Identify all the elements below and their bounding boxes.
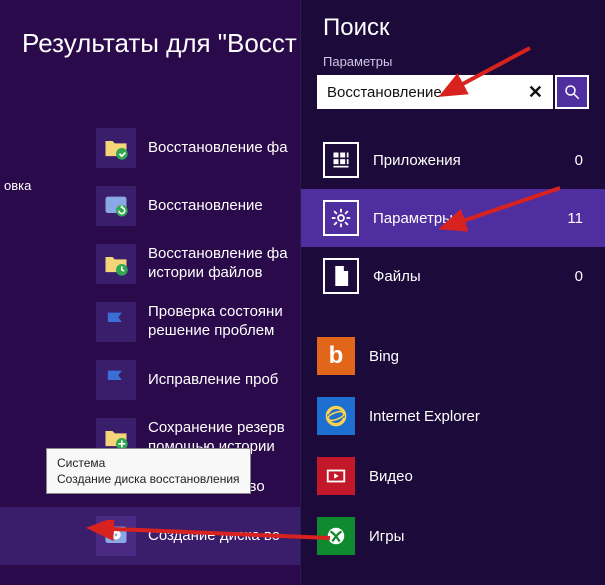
file-icon	[323, 258, 359, 294]
tooltip-desc: Создание диска восстановления	[57, 471, 240, 487]
recovery-icon	[96, 186, 136, 226]
results-pane: Результаты для "Восст овка Восстановлени…	[0, 0, 300, 585]
scope-apps[interactable]: Приложения 0	[301, 131, 605, 189]
app-tile-list: b Bing Internet Explorer Видео Игры	[317, 329, 589, 563]
tooltip: Система Создание диска восстановления	[46, 448, 251, 494]
result-item-label: Создание диска во	[148, 527, 280, 546]
folder-history-icon	[96, 244, 136, 284]
scope-files[interactable]: Файлы 0	[301, 247, 605, 305]
tooltip-title: Система	[57, 455, 240, 471]
disk-create-icon	[96, 516, 136, 556]
flag-icon	[96, 302, 136, 342]
result-item-troubleshoot[interactable]: Проверка состояни решение проблем	[0, 293, 300, 351]
result-list: Восстановление фа Восстановление Восстан…	[0, 119, 300, 565]
gear-icon	[323, 200, 359, 236]
app-tile-video[interactable]: Видео	[317, 449, 589, 503]
scope-label: Приложения	[373, 152, 575, 169]
app-tile-ie[interactable]: Internet Explorer	[317, 389, 589, 443]
ie-icon	[317, 397, 355, 435]
app-tile-bing[interactable]: b Bing	[317, 329, 589, 383]
search-input[interactable]	[327, 84, 524, 101]
scope-count: 11	[567, 210, 583, 227]
app-tile-label: Видео	[369, 468, 413, 485]
scope-label: Параметры	[373, 210, 567, 227]
search-heading: Поиск	[323, 14, 589, 42]
result-item-label: Проверка состояни решение проблем	[148, 303, 283, 341]
search-box[interactable]: ✕	[317, 75, 553, 109]
search-pane: Поиск Параметры ✕ Приложения 0 Параметры…	[300, 0, 605, 585]
scope-count: 0	[575, 152, 583, 169]
results-heading: Результаты для "Восст	[22, 28, 300, 59]
app-tile-games[interactable]: Игры	[317, 509, 589, 563]
search-icon	[563, 83, 581, 101]
flag-icon	[96, 360, 136, 400]
result-item-label: Восстановление фа	[148, 139, 288, 158]
result-item-file-history-restore[interactable]: Восстановление фа истории файлов	[0, 235, 300, 293]
result-item-label: Исправление проб	[148, 371, 278, 390]
bing-icon: b	[317, 337, 355, 375]
search-row: ✕	[317, 75, 589, 109]
result-item-label: Восстановление фа истории файлов	[148, 245, 288, 283]
scope-count: 0	[575, 268, 583, 285]
result-item-label: Восстановление	[148, 197, 263, 216]
result-item-file-recovery[interactable]: Восстановление фа	[0, 119, 300, 177]
clear-icon[interactable]: ✕	[524, 82, 547, 103]
app-tile-label: Internet Explorer	[369, 408, 480, 425]
app-tile-label: Игры	[369, 528, 404, 545]
scope-settings[interactable]: Параметры 11	[301, 189, 605, 247]
result-item-create-recovery-disk[interactable]: Создание диска во	[0, 507, 300, 565]
folder-restore-icon	[96, 128, 136, 168]
apps-grid-icon	[323, 142, 359, 178]
result-item-fix-problems[interactable]: Исправление проб	[0, 351, 300, 409]
app-tile-label: Bing	[369, 348, 399, 365]
result-item-recovery[interactable]: Восстановление	[0, 177, 300, 235]
search-button[interactable]	[555, 75, 589, 109]
xbox-icon	[317, 517, 355, 555]
video-icon	[317, 457, 355, 495]
scope-label: Файлы	[373, 268, 575, 285]
search-scope-label: Параметры	[323, 54, 589, 69]
